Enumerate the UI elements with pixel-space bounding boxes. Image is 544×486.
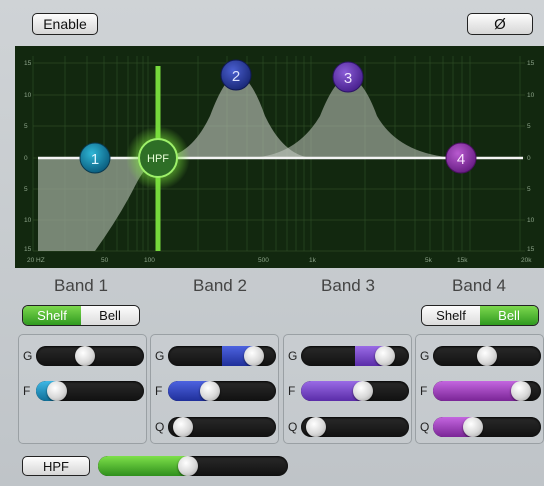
x-tick: 20 HZ	[27, 257, 45, 264]
gain-label: G	[288, 349, 298, 363]
band3-label: Band 3	[321, 276, 375, 295]
y-tick-right: 10	[527, 92, 535, 99]
q-label: Q	[288, 420, 298, 434]
slider-knob[interactable]	[511, 381, 532, 401]
band4-node-label: 4	[457, 151, 465, 168]
y-tick-left: 5	[24, 186, 28, 193]
band2-gain-slider[interactable]	[168, 346, 276, 366]
y-tick-right: 5	[527, 186, 531, 193]
band4-panel: G F Q	[415, 334, 544, 444]
band1-gain-slider[interactable]	[36, 346, 144, 366]
band1-label: Band 1	[54, 276, 108, 295]
band1-shelf-option[interactable]: Shelf	[23, 306, 81, 325]
x-tick: 5k	[425, 257, 433, 264]
y-tick-right: 15	[527, 60, 535, 67]
y-tick-right: 15	[527, 246, 535, 253]
x-tick: 100	[144, 257, 155, 264]
band1-node-label: 1	[91, 151, 99, 168]
hpf-node-label: HPF	[147, 153, 169, 165]
band4-q-slider[interactable]	[433, 417, 541, 437]
band4-gain-slider[interactable]	[433, 346, 541, 366]
hpf-button[interactable]: HPF	[22, 456, 90, 476]
gain-label: G	[23, 349, 33, 363]
slider-knob[interactable]	[477, 346, 497, 366]
y-tick-left: 10	[24, 92, 32, 99]
band2-q-slider[interactable]	[168, 417, 276, 437]
y-tick-right: 0	[527, 155, 531, 162]
y-tick-right: 5	[527, 123, 531, 130]
slider-knob[interactable]	[243, 346, 264, 366]
slider-knob[interactable]	[352, 381, 373, 401]
gain-label: G	[420, 349, 430, 363]
x-tick: 15k	[457, 257, 468, 264]
y-tick-left: 10	[24, 217, 32, 224]
y-tick-left: 5	[24, 123, 28, 130]
band2-panel: G F Q	[150, 334, 279, 444]
x-tick: 500	[258, 257, 269, 264]
slider-knob[interactable]	[46, 381, 67, 401]
hpf-slider[interactable]	[98, 456, 288, 476]
slider-knob[interactable]	[374, 346, 395, 366]
x-tick: 50	[101, 257, 109, 264]
band3-panel: G F Q	[283, 334, 412, 444]
x-tick: 1k	[309, 257, 317, 264]
q-label: Q	[420, 420, 430, 434]
freq-label: F	[288, 384, 296, 398]
y-tick-left: 15	[24, 246, 32, 253]
x-tick: 20k	[521, 257, 532, 264]
slider-knob[interactable]	[462, 417, 483, 437]
q-label: Q	[155, 420, 165, 434]
y-tick-left: 15	[24, 60, 32, 67]
gain-label: G	[155, 349, 165, 363]
band1-bell-option[interactable]: Bell	[81, 306, 139, 325]
band2-freq-slider[interactable]	[168, 381, 276, 401]
band4-freq-slider[interactable]	[433, 381, 541, 401]
enable-button[interactable]: Enable	[32, 13, 98, 35]
freq-label: F	[155, 384, 163, 398]
band3-gain-slider[interactable]	[301, 346, 409, 366]
band4-mode-toggle[interactable]: Shelf Bell	[421, 305, 539, 326]
band3-q-slider[interactable]	[301, 417, 409, 437]
freq-label: F	[420, 384, 428, 398]
slider-knob[interactable]	[177, 456, 198, 476]
band3-node-label: 3	[344, 70, 352, 87]
band4-bell-option[interactable]: Bell	[480, 306, 538, 325]
freq-label: F	[23, 384, 31, 398]
slider-knob[interactable]	[199, 381, 220, 401]
band1-mode-toggle[interactable]: Shelf Bell	[22, 305, 140, 326]
band4-shelf-option[interactable]: Shelf	[422, 306, 480, 325]
band1-freq-slider[interactable]	[36, 381, 144, 401]
slider-knob[interactable]	[74, 346, 95, 366]
y-tick-left: 0	[24, 155, 28, 162]
y-tick-right: 10	[527, 217, 535, 224]
eq-graph[interactable]: 15 10 5 0 5 10 15 15 10 5 0 5 10 15 20 H…	[15, 46, 544, 268]
slider-knob[interactable]	[173, 417, 194, 437]
band2-node-label: 2	[232, 68, 240, 85]
band1-panel: G F	[18, 334, 147, 444]
phase-invert-button[interactable]: Ø	[467, 13, 533, 35]
slider-knob[interactable]	[306, 417, 327, 437]
band3-freq-slider[interactable]	[301, 381, 409, 401]
band4-label: Band 4	[452, 276, 506, 295]
band2-label: Band 2	[193, 276, 247, 295]
